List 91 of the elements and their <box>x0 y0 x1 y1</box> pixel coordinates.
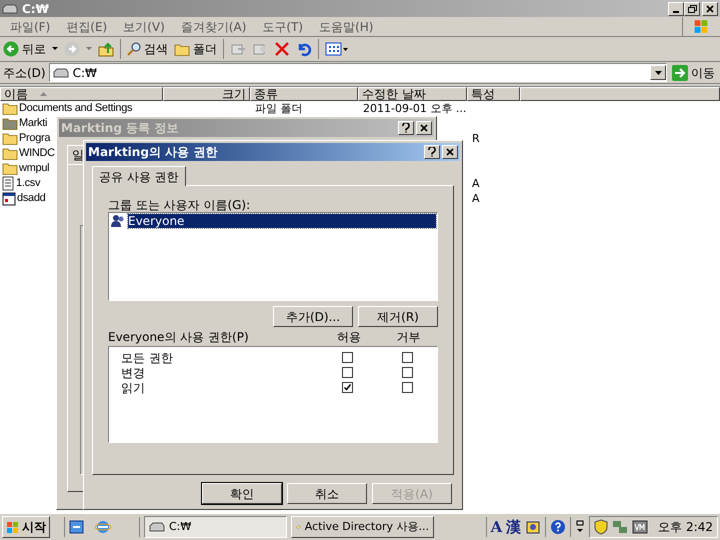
column-header: 거부 <box>395 329 422 346</box>
restore-icon[interactable] <box>684 2 700 16</box>
users-label: 그룹 또는 사용자 이름(G): <box>108 197 252 212</box>
column-header: 허용 <box>336 329 362 346</box>
keyboard-pad-icon[interactable] <box>525 519 542 535</box>
file-type: 파일 폴더 <box>255 102 302 115</box>
close-icon[interactable] <box>442 145 458 159</box>
address-label: 주소(D) <box>3 64 46 82</box>
dialog-title: Markting 등록 정보 <box>61 120 178 137</box>
tab[interactable]: 공유 사용 권한 <box>92 166 186 186</box>
permission-name: 읽기 <box>120 380 146 396</box>
checkbox[interactable] <box>342 352 354 363</box>
permission-name: 변경 <box>120 364 146 382</box>
file-date: 2011-09-01 오후 ... <box>363 102 466 115</box>
dropdown-icon[interactable] <box>52 47 58 51</box>
column-header[interactable]: 이름 <box>0 87 163 101</box>
file-attributes: R <box>472 132 480 145</box>
file-name[interactable]: dsadd <box>17 193 46 204</box>
users-icon <box>110 214 126 228</box>
search-button[interactable]: 검색 <box>127 40 168 58</box>
address-field[interactable]: C:₩ <box>48 63 667 82</box>
folder-icon <box>2 132 18 145</box>
permission-name: 모든 권한 <box>120 350 174 366</box>
dialog-button[interactable]: 취소 <box>287 483 367 504</box>
delete-icon[interactable] <box>274 41 290 57</box>
close-icon[interactable] <box>702 2 718 16</box>
vm-icon[interactable] <box>632 520 648 534</box>
go-button[interactable]: 이동 <box>670 64 717 82</box>
checkbox[interactable] <box>342 367 354 378</box>
menu-item[interactable]: 도구(T) <box>254 18 312 36</box>
back-button[interactable]: 뒤로 <box>3 40 46 58</box>
checkbox[interactable] <box>342 382 354 393</box>
taskbar-button[interactable]: C:₩ <box>144 516 287 538</box>
help-icon[interactable] <box>550 519 566 535</box>
column-header[interactable]: 종류 <box>250 87 358 101</box>
folder-icon <box>2 162 18 175</box>
checkbox[interactable] <box>402 382 413 393</box>
file-name[interactable]: WINDC <box>19 148 55 159</box>
remove-button[interactable]: 제거(R) <box>358 306 438 327</box>
menu-item[interactable]: 도움말(H) <box>311 18 382 36</box>
dialog-button[interactable]: 확인 <box>202 483 282 504</box>
taskbar-button[interactable]: Active Directory 사용... <box>291 516 434 538</box>
dialog-title: Markting의 사용 권한 <box>88 144 218 161</box>
clock: 오후 2:42 <box>658 519 713 536</box>
checkbox[interactable] <box>402 352 413 363</box>
browser-icon[interactable] <box>95 519 111 535</box>
file-name[interactable]: wmpul <box>19 163 50 174</box>
tray-expand-icon[interactable] <box>575 519 586 535</box>
shield-icon[interactable] <box>594 519 608 535</box>
start-button[interactable]: 시작 <box>2 516 50 538</box>
users-list[interactable]: Everyone <box>108 212 438 301</box>
up-folder-icon[interactable] <box>98 41 114 57</box>
help-icon[interactable] <box>424 145 440 159</box>
views-icon[interactable] <box>325 41 349 57</box>
windows-logo-icon <box>6 520 20 534</box>
input-mode-indicator[interactable]: A <box>490 516 502 538</box>
drive-icon <box>52 68 69 78</box>
user-item[interactable]: Everyone <box>128 214 436 228</box>
drive-icon <box>2 4 18 14</box>
file-name[interactable]: Progra <box>19 133 50 144</box>
file-attributes: A <box>472 177 480 190</box>
address-value: C:₩ <box>72 64 98 82</box>
column-header[interactable]: 크기 <box>163 87 250 101</box>
search-icon <box>127 42 141 56</box>
folder-icon <box>174 42 190 56</box>
window-title: C:₩ <box>22 0 49 18</box>
folder-icon <box>2 147 18 160</box>
input-mode-indicator[interactable]: 漢 <box>506 516 522 538</box>
column-header[interactable]: 수정한 날짜 <box>358 87 467 101</box>
file-name[interactable]: Markti <box>19 118 48 129</box>
file-name[interactable]: 1.csv <box>16 178 40 189</box>
file-name[interactable]: Documents and Settings <box>19 103 132 114</box>
column-header[interactable]: 특성 <box>467 87 520 101</box>
desktop-icon[interactable] <box>69 519 85 535</box>
menu-item[interactable]: 즐겨찾기(A) <box>172 18 254 36</box>
go-arrow-icon <box>672 64 688 80</box>
menu-item[interactable]: 파일(F) <box>2 18 58 36</box>
add-button[interactable]: 추가(D)... <box>273 306 353 327</box>
minimize-icon[interactable] <box>668 2 684 16</box>
file-attributes: A <box>472 192 480 205</box>
folders-button[interactable]: 폴더 <box>174 40 217 58</box>
sort-arrow-icon <box>40 92 47 96</box>
drive-icon <box>149 522 165 532</box>
menu-item[interactable]: 편집(E) <box>58 18 116 36</box>
checkbox[interactable] <box>402 367 413 378</box>
help-icon[interactable] <box>398 121 414 135</box>
undo-icon[interactable] <box>296 41 312 57</box>
close-icon[interactable] <box>416 121 432 135</box>
menu-item[interactable]: 보기(V) <box>115 18 173 36</box>
permissions-label: Everyone의 사용 권한(P) <box>108 329 250 346</box>
dropdown-icon[interactable] <box>650 65 666 80</box>
